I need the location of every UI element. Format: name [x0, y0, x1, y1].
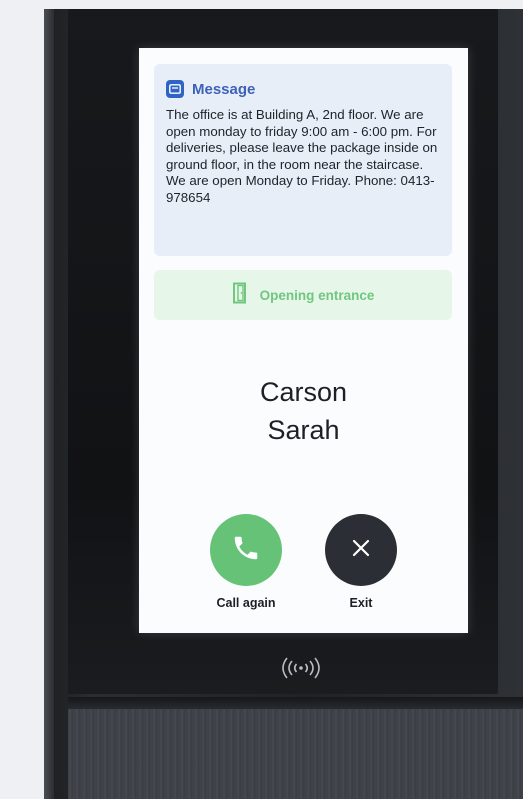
contact-name-line-1: Carson	[259, 377, 348, 407]
message-body: The office is at Building A, 2nd floor. …	[166, 107, 438, 205]
entrance-status-bar: Opening entrance	[154, 270, 452, 320]
device-lower-panel	[68, 709, 523, 799]
phone-icon	[231, 533, 261, 568]
message-header: Message	[166, 80, 255, 98]
exit-action: Exit	[316, 514, 406, 610]
message-card: Message The office is at Building A, 2nd…	[154, 64, 452, 256]
entrance-status-label: Opening entrance	[259, 287, 375, 303]
exit-button[interactable]	[325, 514, 397, 586]
close-icon	[350, 537, 372, 564]
contact-name: Carson Sarah	[139, 373, 468, 449]
message-icon	[166, 80, 184, 98]
call-again-label: Call again	[216, 596, 276, 610]
call-again-action: Call again	[201, 514, 291, 610]
call-again-button[interactable]	[210, 514, 282, 586]
door-icon	[232, 282, 248, 309]
device-edge	[44, 9, 54, 799]
nfc-reader-icon	[270, 653, 332, 683]
exit-label: Exit	[349, 596, 373, 610]
intercom-scene: Message The office is at Building A, 2nd…	[0, 0, 523, 799]
intercom-screen: Message The office is at Building A, 2nd…	[139, 48, 468, 633]
message-title: Message	[192, 80, 256, 98]
contact-name-line-2: Sarah	[267, 415, 340, 445]
